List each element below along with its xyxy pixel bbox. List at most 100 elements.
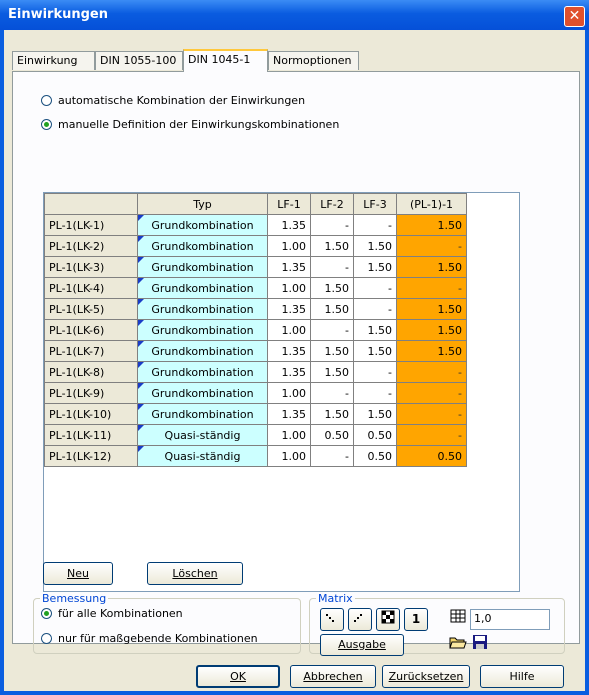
result-cell[interactable]: - [396, 403, 467, 425]
typ-cell[interactable]: Quasi-ständig [137, 445, 268, 467]
lf-1-cell[interactable]: 1.00 [267, 382, 311, 404]
typ-cell[interactable]: Grundkombination [137, 277, 268, 299]
result-cell[interactable]: - [396, 235, 467, 257]
open-folder-icon[interactable] [446, 634, 470, 657]
upper-triangle-icon[interactable] [348, 608, 372, 631]
typ-cell[interactable]: Grundkombination [137, 382, 268, 404]
delete-button[interactable]: Löschen [147, 562, 243, 585]
close-icon[interactable]: ✕ [564, 6, 585, 27]
lf-1-cell[interactable]: 1.35 [267, 214, 311, 236]
lf-3-cell[interactable]: 0.50 [353, 445, 397, 467]
lf-1-cell[interactable]: 1.00 [267, 424, 311, 446]
lower-triangle-icon[interactable] [320, 608, 344, 631]
typ-cell[interactable]: Grundkombination [137, 340, 268, 362]
reset-button[interactable]: Zurücksetzen [382, 665, 470, 688]
lf-3-cell[interactable]: - [353, 382, 397, 404]
result-cell[interactable]: - [396, 277, 467, 299]
typ-cell[interactable]: Grundkombination [137, 298, 268, 320]
lf-1-cell[interactable]: 1.35 [267, 361, 311, 383]
lf-1-cell[interactable]: 1.00 [267, 445, 311, 467]
lf-2-cell[interactable]: 1.50 [310, 340, 354, 362]
new-button[interactable]: Neu [43, 562, 113, 585]
tab-din-1045-1[interactable]: DIN 1045-1 [183, 49, 268, 72]
lf-2-cell[interactable]: - [310, 319, 354, 341]
typ-cell[interactable]: Grundkombination [137, 361, 268, 383]
lf-3-cell[interactable]: - [353, 214, 397, 236]
lf-3-cell[interactable]: 1.50 [353, 319, 397, 341]
result-cell[interactable]: 1.50 [396, 256, 467, 278]
lf-1-cell[interactable]: 1.00 [267, 319, 311, 341]
cancel-button[interactable]: Abbrechen [290, 665, 376, 688]
result-cell[interactable]: 1.50 [396, 319, 467, 341]
checker-matrix-icon[interactable] [376, 608, 400, 631]
radio-relevant-combinations[interactable]: nur für maßgebende Kombinationen [41, 632, 258, 645]
table-row[interactable]: PL-1(LK-4) Grundkombination 1.00 1.50- - [44, 277, 467, 299]
table-row[interactable]: PL-1(LK-8) Grundkombination 1.35 1.50- - [44, 361, 467, 383]
tab-einwirkung[interactable]: Einwirkung [12, 51, 95, 70]
lf-1-cell[interactable]: 1.35 [267, 256, 311, 278]
radio-circle[interactable] [41, 633, 52, 644]
result-cell[interactable]: 1.50 [396, 214, 467, 236]
radio-automatic-combination[interactable]: automatische Kombination der Einwirkunge… [41, 94, 305, 107]
header-typ[interactable]: Typ [137, 193, 268, 215]
lf-2-cell[interactable]: 1.50 [310, 361, 354, 383]
typ-cell[interactable]: Grundkombination [137, 235, 268, 257]
radio-manual-definition[interactable]: manuelle Definition der Einwirkungskombi… [41, 118, 339, 131]
radio-circle[interactable] [41, 95, 52, 106]
lf-3-cell[interactable]: 1.50 [353, 235, 397, 257]
result-cell[interactable]: - [396, 361, 467, 383]
result-cell[interactable]: 0.50 [396, 445, 467, 467]
lf-2-cell[interactable]: - [310, 214, 354, 236]
header-lf-2[interactable]: LF-2 [310, 193, 354, 215]
lf-1-cell[interactable]: 1.00 [267, 235, 311, 257]
header-pl-1-1[interactable]: (PL-1)-1 [396, 193, 467, 215]
lf-1-cell[interactable]: 1.35 [267, 403, 311, 425]
save-disk-icon[interactable] [468, 634, 492, 657]
table-row[interactable]: PL-1(LK-11) Quasi-ständig 1.00 0.50 0.50- [44, 424, 467, 446]
lf-3-cell[interactable]: 1.50 [353, 256, 397, 278]
tab-din-1055-100[interactable]: DIN 1055-100 [95, 51, 183, 70]
radio-circle-selected[interactable] [41, 119, 52, 130]
lf-1-cell[interactable]: 1.00 [267, 277, 311, 299]
header-lf-3[interactable]: LF-3 [353, 193, 397, 215]
lf-3-cell[interactable]: 0.50 [353, 424, 397, 446]
table-row[interactable]: PL-1(LK-7) Grundkombination 1.35 1.50 1.50 1.… [44, 340, 467, 362]
lf-1-cell[interactable]: 1.35 [267, 298, 311, 320]
lf-2-cell[interactable]: 1.50 [310, 235, 354, 257]
lf-3-cell[interactable]: - [353, 298, 397, 320]
title-bar[interactable]: Einwirkungen ✕ [0, 0, 589, 30]
identity-one-button[interactable]: 1 [404, 608, 428, 631]
result-cell[interactable]: 1.50 [396, 298, 467, 320]
result-cell[interactable]: 1.50 [396, 340, 467, 362]
lf-1-cell[interactable]: 1.35 [267, 340, 311, 362]
grid-table-icon[interactable] [446, 608, 470, 631]
lf-2-cell[interactable]: 1.50 [310, 403, 354, 425]
lf-2-cell[interactable]: - [310, 445, 354, 467]
table-row[interactable]: PL-1(LK-2) Grundkombination 1.00 1.50 1.50- [44, 235, 467, 257]
table-row[interactable]: PL-1(LK-6) Grundkombination 1.00-1.50 1.50 [44, 319, 467, 341]
lf-2-cell[interactable]: - [310, 382, 354, 404]
typ-cell[interactable]: Grundkombination [137, 214, 268, 236]
lf-2-cell[interactable]: - [310, 256, 354, 278]
result-cell[interactable]: - [396, 382, 467, 404]
lf-3-cell[interactable]: 1.50 [353, 340, 397, 362]
result-cell[interactable]: - [396, 424, 467, 446]
table-row[interactable]: PL-1(LK-3) Grundkombination 1.35-1.50 1.50 [44, 256, 467, 278]
tab-normoptionen[interactable]: Normoptionen [268, 51, 359, 70]
matrix-factor-input[interactable]: 1,0 [470, 609, 550, 630]
typ-cell[interactable]: Grundkombination [137, 319, 268, 341]
table-row[interactable]: PL-1(LK-9) Grundkombination 1.00- - - [44, 382, 467, 404]
lf-3-cell[interactable]: - [353, 361, 397, 383]
combination-grid[interactable]: Typ LF-1 LF-2 LF-3 (PL-1)-1 PL-1(LK-1) Gr… [43, 192, 520, 592]
radio-circle-selected[interactable] [41, 608, 52, 619]
radio-all-combinations[interactable]: für alle Kombinationen [41, 607, 183, 620]
ausgabe-button[interactable]: Ausgabe [320, 634, 404, 656]
help-button[interactable]: Hilfe [480, 665, 564, 688]
typ-cell[interactable]: Grundkombination [137, 256, 268, 278]
table-row[interactable]: PL-1(LK-10) Grundkombination 1.35 1.50 1.50- [44, 403, 467, 425]
typ-cell[interactable]: Grundkombination [137, 403, 268, 425]
typ-cell[interactable]: Quasi-ständig [137, 424, 268, 446]
table-row[interactable]: PL-1(LK-12) Quasi-ständig 1.00-0.50 0.50 [44, 445, 467, 467]
lf-3-cell[interactable]: - [353, 277, 397, 299]
lf-3-cell[interactable]: 1.50 [353, 403, 397, 425]
